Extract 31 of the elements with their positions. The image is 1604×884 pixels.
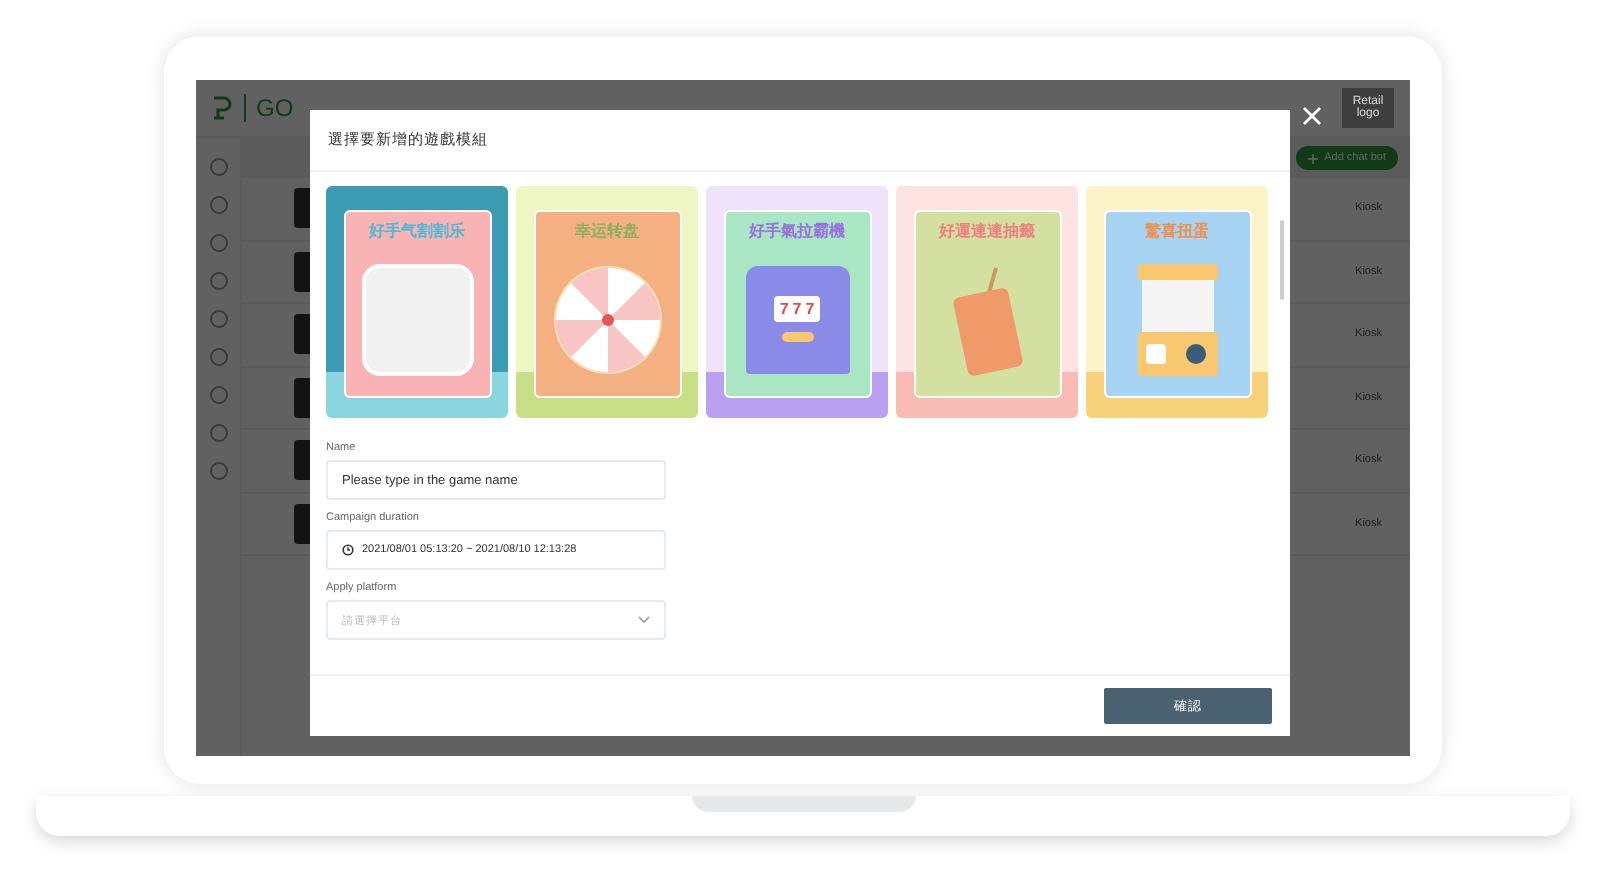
sidebar-icon[interactable] xyxy=(209,272,227,290)
sidebar-icon[interactable] xyxy=(209,234,227,252)
game-template-card[interactable]: 好手氣拉霸機 777 xyxy=(706,186,888,418)
sidebar-icon[interactable] xyxy=(209,386,227,404)
logo-icon xyxy=(212,96,232,120)
scratch-card-drawing xyxy=(361,263,473,375)
sidebar-icon[interactable] xyxy=(209,424,227,442)
template-title: 好手氣拉霸機 xyxy=(749,220,845,242)
close-icon[interactable] xyxy=(1302,106,1322,126)
fortune-stick-cup-drawing xyxy=(947,263,1027,375)
game-template-card[interactable]: 好運連連抽籤 xyxy=(896,186,1078,418)
clock-icon xyxy=(342,544,354,556)
prize-wheel-drawing xyxy=(551,263,663,375)
sidebar-icon[interactable] xyxy=(209,310,227,328)
sidebar-icon[interactable] xyxy=(209,348,227,366)
template-title: 驚喜扭蛋 xyxy=(1145,220,1209,242)
template-title: 幸运转盘 xyxy=(575,220,639,242)
product-name: GO xyxy=(244,94,294,122)
slot-machine-drawing: 777 xyxy=(745,265,849,373)
game-template-card[interactable]: 幸运转盘 xyxy=(516,186,698,418)
game-template-card[interactable]: 驚喜扭蛋 xyxy=(1086,186,1268,418)
sidebar-icon[interactable] xyxy=(209,462,227,480)
sidebar-icon[interactable] xyxy=(209,158,227,176)
chevron-down-icon xyxy=(638,616,650,624)
game-template-card[interactable]: 好手气割割乐 xyxy=(326,186,508,418)
template-title: 好運連連抽籤 xyxy=(939,220,1035,242)
plus-icon xyxy=(1308,153,1319,163)
capsule-machine-drawing xyxy=(1133,259,1221,379)
sidebar-icon[interactable] xyxy=(209,196,227,214)
scrollbar[interactable] xyxy=(1280,220,1284,300)
template-title: 好手气割割乐 xyxy=(369,220,465,242)
